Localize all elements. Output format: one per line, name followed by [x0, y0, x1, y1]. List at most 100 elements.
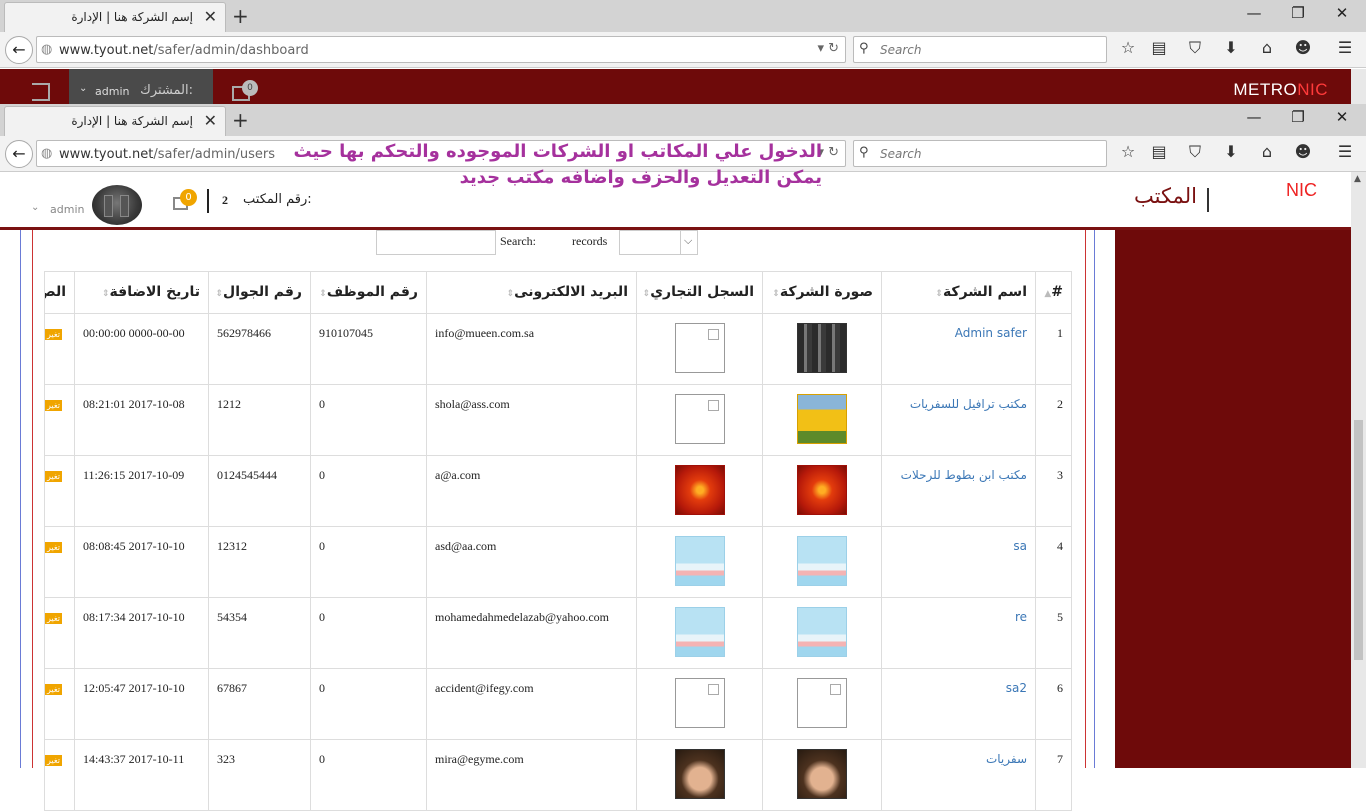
column-header[interactable]: رقم الجوال⇕	[208, 271, 311, 314]
pocket-icon[interactable]: ⛉	[1184, 142, 1206, 162]
tab-strip-1: إسم الشركة هنا | الإدارة ✕ + — ❐ ✕	[0, 0, 1366, 32]
new-tab-icon[interactable]: +	[232, 108, 249, 132]
search-input[interactable]: ⚲ Search	[853, 36, 1107, 63]
company-name-link[interactable]: sa2	[881, 668, 1036, 740]
url-field[interactable]: ◍ www.tyout.net/safer/admin/dashboard ▾ …	[36, 36, 846, 63]
edit-button[interactable]: تغير	[45, 329, 62, 340]
date-added-cell: 0000-00-00 00:00:00	[74, 313, 209, 385]
edit-button[interactable]: تغير	[45, 755, 62, 766]
column-header-label: صورة الشركة	[779, 284, 873, 300]
download-icon[interactable]: ⬇	[1220, 142, 1242, 161]
search-input[interactable]: ⚲ Search	[853, 140, 1107, 167]
column-header-label: رقم الموظف	[326, 284, 418, 300]
column-header[interactable]: رقم الموظف⇕	[310, 271, 427, 314]
close-icon[interactable]: ✕	[204, 111, 217, 130]
menu-icon[interactable]: ☰	[1334, 38, 1356, 57]
browser-tab-1[interactable]: إسم الشركة هنا | الإدارة ✕	[4, 2, 226, 32]
bookmark-star-icon[interactable]: ☆	[1117, 142, 1139, 161]
edit-button[interactable]: تغير	[45, 471, 62, 482]
maximize-icon[interactable]: ❐	[1278, 4, 1318, 22]
column-header[interactable]: #▲	[1035, 271, 1072, 314]
edit-button[interactable]: تغير	[45, 400, 62, 411]
scroll-up-icon[interactable]: ▲	[1354, 174, 1361, 184]
company-image	[762, 313, 882, 385]
email-cell: asd@aa.com	[426, 526, 637, 598]
column-header[interactable]: صورة الشركة⇕	[762, 271, 882, 314]
records-select[interactable]: ⌵	[619, 230, 698, 255]
chevron-down-icon[interactable]: ⌄	[31, 202, 39, 213]
company-name-link[interactable]: مكتب ابن بطوط للرحلات	[881, 455, 1036, 527]
table-row: 4 sa asd@aa.com 0 12312 2017-10-10 08:08:45 تغ…	[44, 526, 1072, 598]
smiley-icon[interactable]: ☻	[1292, 142, 1314, 161]
download-icon[interactable]: ⬇	[1220, 38, 1242, 57]
portlet-border	[32, 230, 33, 768]
reading-list-icon[interactable]: ▤	[1148, 38, 1170, 57]
close-icon[interactable]: ✕	[204, 7, 217, 26]
actions-cell: تغير	[44, 597, 75, 669]
employee-number-cell: 0	[310, 455, 427, 527]
commercial-register-image-thumbnail	[674, 323, 725, 373]
smiley-icon[interactable]: ☻	[1292, 38, 1314, 57]
reading-list-icon[interactable]: ▤	[1148, 142, 1170, 161]
minimize-icon[interactable]: —	[1234, 108, 1274, 126]
table-row: 7 سفريات mira@egyme.com 0 323 2017-10-11 14:4…	[44, 739, 1072, 811]
column-header-label: الص	[46, 284, 67, 300]
employee-number-cell: 0	[310, 526, 427, 598]
sort-icon: ⇕	[935, 289, 943, 299]
company-name-link[interactable]: Admin safer	[881, 313, 1036, 385]
window-close-icon[interactable]: ✕	[1322, 108, 1362, 126]
table-search-input[interactable]	[376, 230, 496, 255]
maximize-icon[interactable]: ❐	[1278, 108, 1318, 126]
back-arrow-icon[interactable]: ←	[5, 36, 33, 64]
reload-icon[interactable]: ▾ ↻	[817, 41, 839, 56]
new-tab-icon[interactable]: +	[232, 4, 249, 28]
search-icon: ⚲	[859, 41, 869, 56]
minimize-icon[interactable]: —	[1234, 4, 1274, 22]
admin-top-bar: المشترك: admin ⌄ 0 METRONIC	[0, 69, 1366, 104]
commercial-register-image	[636, 597, 763, 669]
user-name[interactable]: admin	[50, 203, 84, 216]
menu-icon[interactable]: ☰	[1334, 142, 1356, 161]
logout-icon[interactable]	[32, 83, 50, 101]
edit-button[interactable]: تغير	[45, 613, 62, 624]
avatar[interactable]	[92, 185, 142, 225]
column-header[interactable]: البريد الالكترونى⇕	[426, 271, 637, 314]
company-name-link[interactable]: re	[881, 597, 1036, 669]
column-header[interactable]: تاريخ الاضافة⇕	[74, 271, 209, 314]
home-icon[interactable]: ⌂	[1256, 142, 1278, 161]
scrollbar-thumb[interactable]	[1354, 420, 1363, 660]
subscriber-label: المشترك:	[140, 83, 193, 98]
bookmark-star-icon[interactable]: ☆	[1117, 38, 1139, 57]
company-image-thumbnail	[797, 394, 847, 444]
brand-divider	[1207, 188, 1209, 212]
date-added-cell: 2017-10-10 08:08:45	[74, 526, 209, 598]
edit-button[interactable]: تغير	[45, 684, 62, 695]
commercial-register-image-thumbnail	[674, 536, 725, 586]
column-header-label: #	[1051, 284, 1063, 300]
pocket-icon[interactable]: ⛉	[1184, 38, 1206, 58]
scrollbar-1[interactable]	[1351, 69, 1366, 104]
window-close-icon[interactable]: ✕	[1322, 4, 1362, 22]
company-name-link[interactable]: سفريات	[881, 739, 1036, 811]
back-arrow-icon[interactable]: ←	[5, 140, 33, 168]
commercial-register-image-thumbnail	[674, 678, 725, 728]
column-header[interactable]: اسم الشركة⇕	[881, 271, 1036, 314]
user-menu[interactable]: المشترك: admin ⌄	[69, 69, 213, 104]
home-icon[interactable]: ⌂	[1256, 38, 1278, 57]
company-image-thumbnail	[797, 607, 847, 657]
company-name-link[interactable]: مكتب ترافيل للسفريات	[881, 384, 1036, 456]
email-cell: mohamedahmedelazab@yahoo.com	[426, 597, 637, 669]
date-added-cell: 2017-10-10 12:05:47	[74, 668, 209, 740]
column-header[interactable]: الص⇕	[44, 271, 75, 314]
commercial-register-image	[636, 384, 763, 456]
company-name-link[interactable]: sa	[881, 526, 1036, 598]
table-header-row: #▲ اسم الشركة⇕ صورة الشركة⇕ السجل التجاري⇕ ا…	[44, 271, 1072, 314]
edit-button[interactable]: تغير	[45, 542, 62, 553]
scrollbar[interactable]: ▲	[1351, 172, 1366, 768]
mobile-cell: 562978466	[208, 313, 311, 385]
portlet-border	[1094, 230, 1095, 768]
metronic-logo: METRONIC	[1233, 80, 1328, 100]
column-header[interactable]: السجل التجاري⇕	[636, 271, 763, 314]
office-number-label: رقم المكتب:	[243, 192, 312, 207]
browser-tab-2[interactable]: إسم الشركة هنا | الإدارة ✕	[4, 106, 226, 136]
